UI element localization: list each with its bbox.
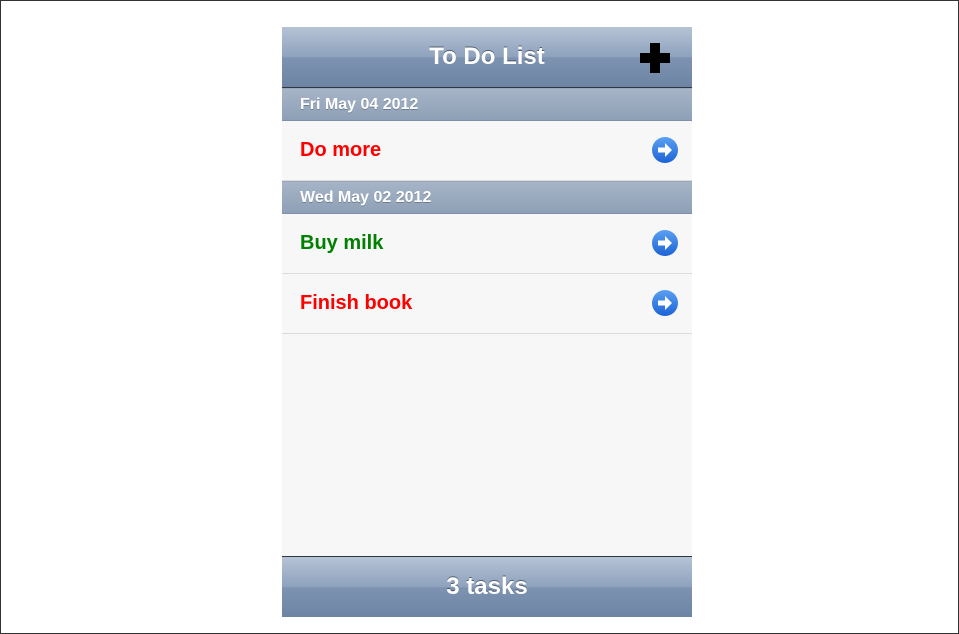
nav-title: To Do List: [429, 43, 545, 70]
task-row[interactable]: Do more: [282, 121, 692, 181]
app-screen: To Do List Fri May 04 2012 Do more Wed M…: [282, 27, 692, 617]
task-label: Buy milk: [300, 232, 384, 254]
navigation-bar: To Do List: [282, 27, 692, 88]
task-count: 3 tasks: [446, 573, 528, 600]
disclosure-arrow-icon[interactable]: [651, 229, 679, 257]
task-row[interactable]: Finish book: [282, 274, 692, 334]
section-header: Fri May 04 2012: [282, 88, 692, 121]
footer-toolbar: 3 tasks: [282, 556, 692, 617]
task-label: Do more: [300, 139, 382, 161]
screenshot-frame: To Do List Fri May 04 2012 Do more Wed M…: [0, 0, 959, 634]
disclosure-arrow-icon[interactable]: [651, 289, 679, 317]
task-label: Finish book: [300, 292, 413, 314]
add-task-button[interactable]: [640, 43, 670, 73]
disclosure-arrow-icon[interactable]: [651, 136, 679, 164]
task-row[interactable]: Buy milk: [282, 214, 692, 274]
section-header: Wed May 02 2012: [282, 181, 692, 214]
